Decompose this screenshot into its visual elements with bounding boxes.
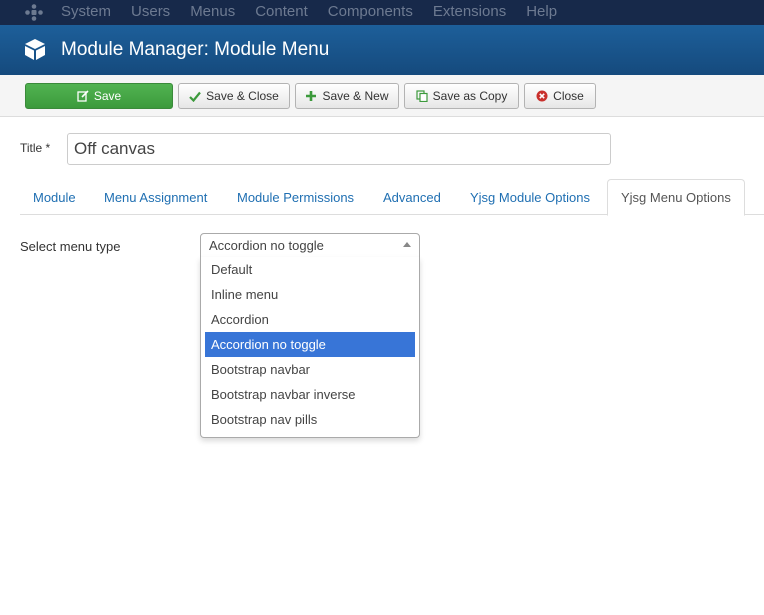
tab-menu-assignment[interactable]: Menu Assignment [91, 179, 220, 215]
save-close-button[interactable]: Save & Close [178, 83, 290, 109]
option-bootstrap-navbar-inverse[interactable]: Bootstrap navbar inverse [205, 382, 415, 407]
option-inline-menu[interactable]: Inline menu [205, 282, 415, 307]
save-close-label: Save & Close [206, 89, 279, 103]
tab-yjsg-module-options[interactable]: Yjsg Module Options [457, 179, 603, 215]
menu-content[interactable]: Content [255, 3, 308, 20]
option-accordion-no-toggle[interactable]: Accordion no toggle [205, 332, 415, 357]
option-bootstrap-nav-pills[interactable]: Bootstrap nav pills [205, 407, 415, 432]
save-new-label: Save & New [322, 89, 389, 103]
tab-yjsg-menu-options[interactable]: Yjsg Menu Options [607, 179, 745, 216]
save-new-button[interactable]: Save & New [295, 83, 399, 109]
check-icon [189, 91, 201, 102]
title-input[interactable] [67, 133, 611, 165]
edit-icon [77, 90, 89, 102]
menu-extensions[interactable]: Extensions [433, 3, 506, 20]
menu-help[interactable]: Help [526, 3, 557, 20]
cube-icon [25, 39, 45, 60]
plus-icon [305, 90, 317, 102]
menu-components[interactable]: Components [328, 3, 413, 20]
title-label: Title * [20, 141, 51, 155]
menu-type-select[interactable]: Accordion no toggle [200, 233, 420, 258]
top-menubar: System Users Menus Content Components Ex… [0, 0, 764, 25]
toolbar: Save Save & Close Save & New Save as Cop… [0, 75, 764, 117]
menu-type-selected-value: Accordion no toggle [209, 238, 324, 253]
close-label: Close [553, 89, 584, 103]
tab-module-permissions[interactable]: Module Permissions [224, 179, 367, 215]
chevron-up-icon [403, 242, 411, 247]
save-label: Save [93, 89, 122, 103]
close-button[interactable]: Close [524, 83, 596, 109]
copy-icon [416, 90, 428, 102]
cancel-icon [536, 90, 548, 102]
save-button[interactable]: Save [25, 83, 173, 109]
option-bootstrap-navbar[interactable]: Bootstrap navbar [205, 357, 415, 382]
save-as-copy-button[interactable]: Save as Copy [404, 83, 519, 109]
option-accordion[interactable]: Accordion [205, 307, 415, 332]
menu-type-label: Select menu type [20, 239, 121, 254]
tab-advanced[interactable]: Advanced [370, 179, 454, 215]
menu-type-dropdown: Default Inline menu Accordion Accordion … [200, 257, 420, 438]
menu-users[interactable]: Users [131, 3, 170, 20]
menu-system[interactable]: System [61, 3, 111, 20]
tab-module[interactable]: Module [20, 179, 89, 215]
tab-bar: Module Menu Assignment Module Permission… [20, 179, 764, 216]
option-default[interactable]: Default [205, 257, 415, 282]
joomla-logo-icon[interactable] [25, 4, 43, 21]
menu-menus[interactable]: Menus [190, 3, 235, 20]
page-title: Module Manager: Module Menu [61, 39, 330, 60]
save-copy-label: Save as Copy [432, 89, 508, 103]
page-header: Module Manager: Module Menu [0, 25, 764, 75]
